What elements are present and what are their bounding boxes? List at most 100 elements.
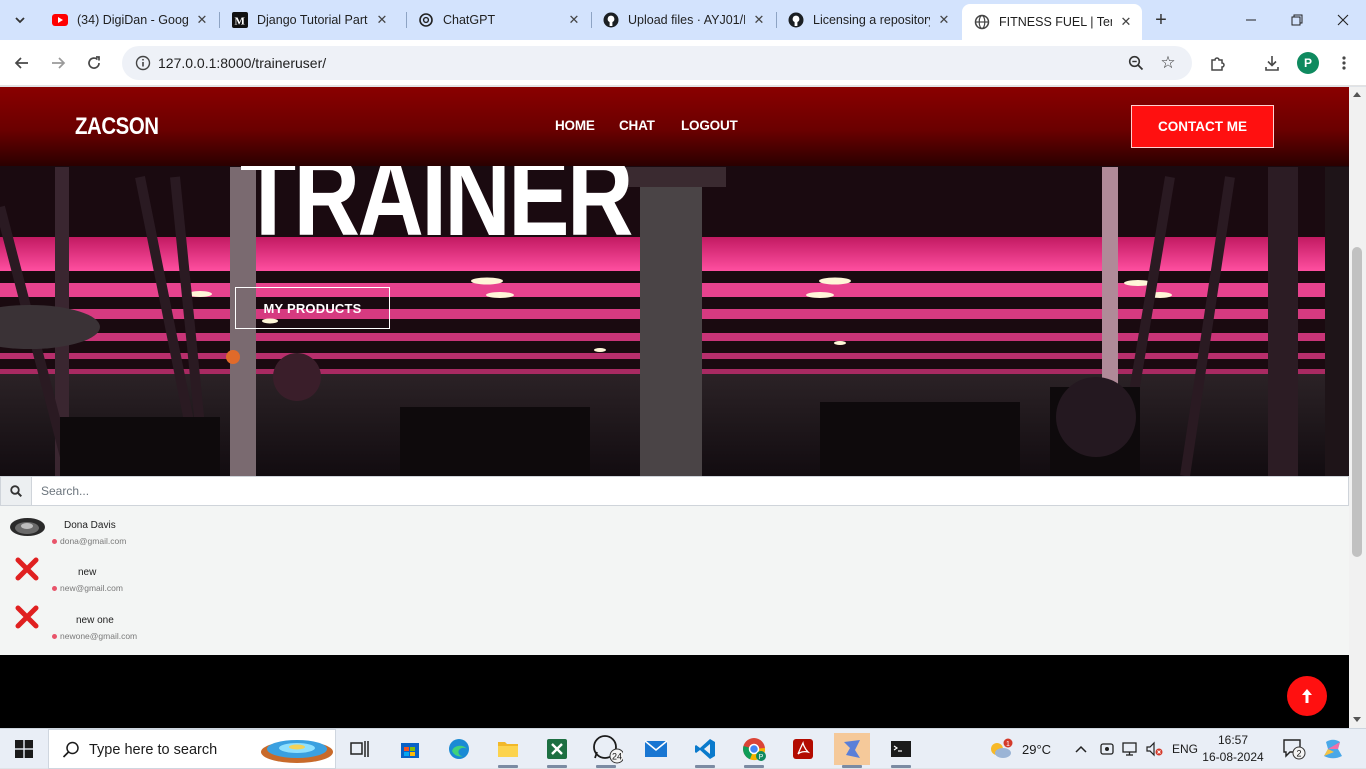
browser-tab-github-upload[interactable]: Upload files · AYJ01/F ✕ <box>591 4 775 36</box>
site-info-button[interactable] <box>130 50 156 76</box>
browser-tab-fitness-fuel[interactable]: FITNESS FUEL | Temp ✕ <box>962 4 1142 40</box>
edge-icon <box>449 739 469 759</box>
browser-tab-github-license[interactable]: Licensing a repository ✕ <box>776 4 960 36</box>
restore-icon <box>1291 14 1303 26</box>
close-tab-icon[interactable]: ✕ <box>194 12 210 28</box>
github-icon <box>603 12 619 28</box>
user-email: dona@gmail.com <box>52 536 126 546</box>
browser-tab-youtube[interactable]: (34) DigiDan - Google ✕ <box>40 4 218 36</box>
taskbar-terminal[interactable] <box>883 733 919 768</box>
my-products-button[interactable]: MY PRODUCTS <box>235 287 390 329</box>
notification-center-button[interactable]: 2 <box>1282 738 1306 760</box>
user-name: new one <box>76 615 114 626</box>
user-list-item[interactable]: new one newone@gmail.com <box>0 602 1349 648</box>
close-tab-icon[interactable]: ✕ <box>936 12 952 28</box>
nav-chat-link[interactable]: CHAT <box>619 118 655 133</box>
search-highlight-art <box>261 740 333 763</box>
tab-title: Licensing a repository <box>813 13 930 27</box>
taskbar-store[interactable] <box>392 733 428 765</box>
extensions-button[interactable] <box>1204 49 1232 77</box>
forward-button[interactable] <box>44 49 72 77</box>
scroll-to-top-button[interactable] <box>1287 676 1327 716</box>
weather-widget[interactable]: 1 29°C <box>988 729 1051 769</box>
downloads-button[interactable] <box>1258 49 1286 77</box>
taskbar-edge[interactable] <box>441 733 477 765</box>
browser-tab-chatgpt[interactable]: ChatGPT ✕ <box>406 4 590 36</box>
browser-menu-button[interactable] <box>1330 49 1358 77</box>
tab-title: FITNESS FUEL | Temp <box>999 15 1112 29</box>
bookmark-star-icon[interactable]: ☆ <box>1156 51 1180 75</box>
forward-arrow-icon <box>52 57 66 69</box>
profile-avatar[interactable]: P <box>1297 52 1319 74</box>
scrollbar-thumb[interactable] <box>1352 247 1362 557</box>
scroll-down-arrow[interactable] <box>1353 717 1361 722</box>
excel-icon <box>547 739 567 759</box>
user-list-item[interactable]: Dona Davis dona@gmail.com <box>0 506 1349 552</box>
tray-device-icon[interactable] <box>1099 729 1115 769</box>
back-button[interactable] <box>8 49 36 77</box>
user-email-text: dona@gmail.com <box>60 536 127 546</box>
close-window-button[interactable] <box>1320 0 1366 40</box>
search-input[interactable] <box>33 477 1343 505</box>
page-viewport: TRAINER MY PRODUCTS ZACSON HOME CHAT LOG… <box>0 87 1366 728</box>
taskbar-active-app[interactable] <box>834 733 870 768</box>
weather-badge: 1 <box>1006 741 1010 748</box>
copilot-button[interactable] <box>1322 729 1344 769</box>
info-icon <box>135 55 151 71</box>
user-email: new@gmail.com <box>52 583 123 593</box>
store-icon <box>401 743 419 758</box>
scroll-up-arrow[interactable] <box>1353 92 1361 97</box>
browser-tab-django[interactable]: M Django Tutorial Part 1 ✕ <box>220 4 398 36</box>
search-icon <box>62 741 79 758</box>
user-search-bar <box>0 476 1349 506</box>
start-button[interactable] <box>0 729 48 769</box>
minimize-button[interactable] <box>1228 0 1274 40</box>
reload-icon <box>88 56 100 69</box>
taskbar-excel[interactable] <box>539 733 575 768</box>
contact-me-button[interactable]: CONTACT ME <box>1131 105 1274 148</box>
new-tab-button[interactable]: + <box>1150 9 1172 31</box>
youtube-icon <box>52 12 68 28</box>
restore-button[interactable] <box>1274 0 1320 40</box>
taskbar-chrome[interactable]: P <box>736 733 772 768</box>
nav-home-link[interactable]: HOME <box>555 118 595 133</box>
taskbar-mail[interactable] <box>638 733 674 765</box>
status-dot <box>52 539 57 545</box>
system-clock[interactable]: 16:57 16-08-2024 <box>1202 732 1264 766</box>
chevron-up-icon <box>1075 745 1087 753</box>
site-brand-logo[interactable]: ZACSON <box>75 113 159 141</box>
nav-logout-link[interactable]: LOGOUT <box>681 118 738 133</box>
status-dot <box>52 586 57 592</box>
page-scrollbar[interactable] <box>1349 87 1366 728</box>
taskbar-file-explorer[interactable] <box>490 733 526 768</box>
close-tab-icon[interactable]: ✕ <box>566 12 582 28</box>
volume-status[interactable] <box>1145 729 1165 769</box>
arrow-up-icon <box>1302 689 1312 703</box>
taskbar-acrobat[interactable] <box>785 733 821 765</box>
show-hidden-icons-button[interactable] <box>1074 729 1088 769</box>
tab-title: Upload files · AYJ01/F <box>628 13 745 27</box>
clock-time: 16:57 <box>1217 733 1249 747</box>
taskbar-whatsapp[interactable]: 24 <box>588 733 624 768</box>
mail-icon <box>644 740 668 757</box>
url-text[interactable]: 127.0.0.1:8000/traineruser/ <box>158 46 326 80</box>
notification-count: 2 <box>1296 749 1301 759</box>
user-list-item[interactable]: new new@gmail.com <box>0 554 1349 600</box>
weather-icon: 1 <box>991 738 1013 758</box>
copilot-icon <box>1324 739 1342 759</box>
task-view-icon <box>350 741 369 757</box>
taskbar-search-text: Type here to search <box>89 742 218 758</box>
close-tab-icon[interactable]: ✕ <box>1118 14 1134 30</box>
close-tab-icon[interactable]: ✕ <box>751 12 767 28</box>
close-tab-icon[interactable]: ✕ <box>374 12 390 28</box>
tab-search-button[interactable] <box>6 6 34 34</box>
taskbar-vscode[interactable] <box>687 733 723 768</box>
taskbar-search-box[interactable]: Type here to search <box>48 729 336 769</box>
minimize-icon <box>1246 19 1256 21</box>
zoom-icon[interactable] <box>1124 51 1148 75</box>
network-status[interactable] <box>1122 729 1140 769</box>
input-language[interactable]: ENG <box>1172 729 1198 769</box>
task-view-button[interactable] <box>342 733 378 765</box>
address-bar[interactable]: 127.0.0.1:8000/traineruser/ ☆ <box>122 46 1192 80</box>
reload-button[interactable] <box>80 49 108 77</box>
